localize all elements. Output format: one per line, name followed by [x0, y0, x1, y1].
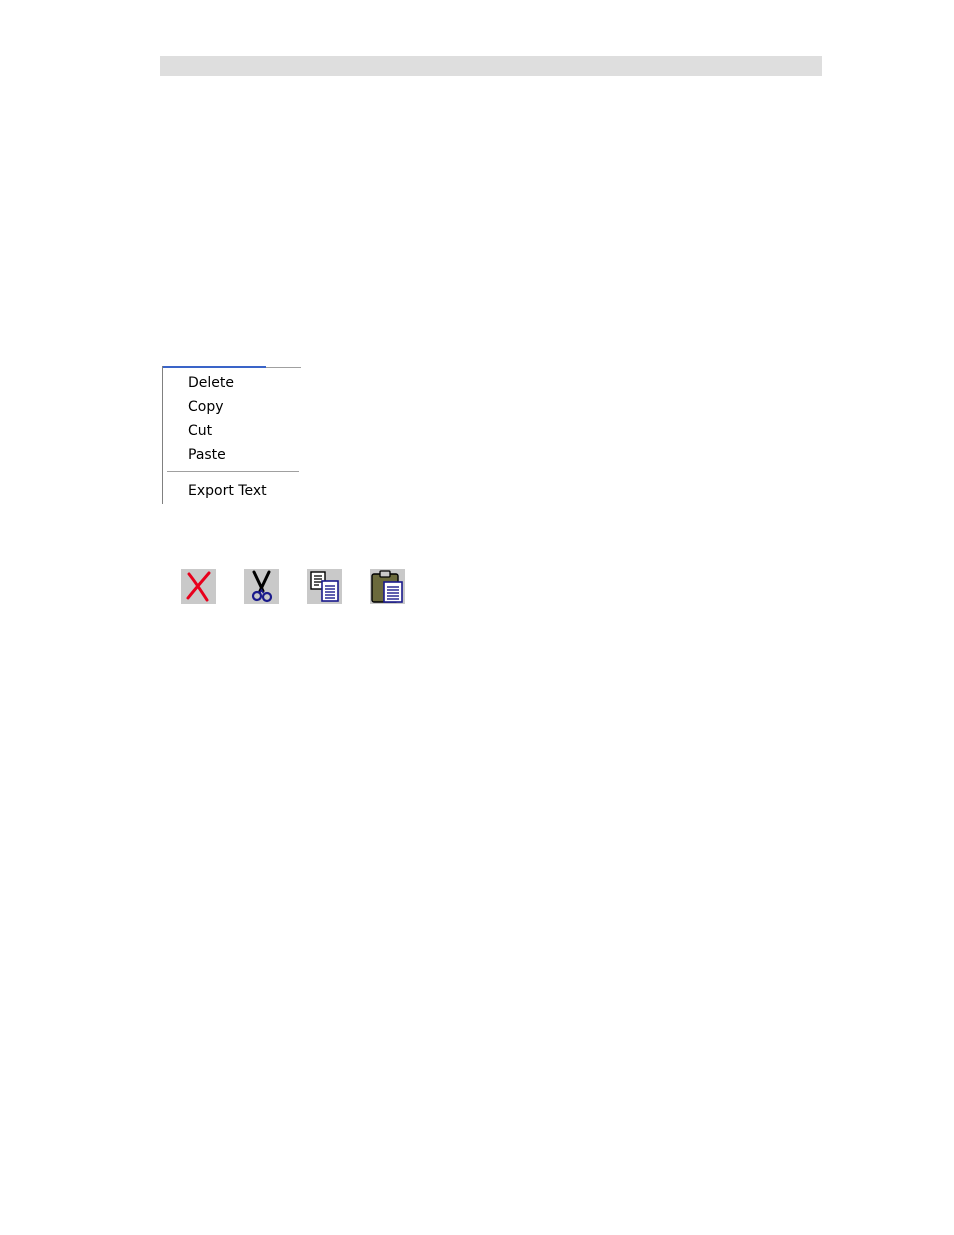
copy-button[interactable] [307, 569, 342, 604]
menu-item-export-text[interactable]: Export Text [188, 482, 267, 500]
menu-item-cut[interactable]: Cut [188, 422, 212, 440]
paste-button[interactable] [370, 569, 405, 604]
menu-top-border [266, 367, 301, 368]
menu-item-delete[interactable]: Delete [188, 374, 234, 392]
paste-icon [371, 570, 403, 603]
page-header-bar [160, 56, 822, 76]
delete-button[interactable] [181, 569, 216, 604]
cut-icon [251, 570, 273, 603]
context-menu: Delete Copy Cut Paste Export Text [162, 366, 301, 504]
menu-top-accent [162, 366, 266, 368]
copy-icon [310, 571, 339, 602]
menu-item-paste[interactable]: Paste [188, 446, 226, 464]
menu-left-border [162, 366, 163, 504]
cut-button[interactable] [244, 569, 279, 604]
menu-separator [167, 471, 299, 472]
menu-item-copy[interactable]: Copy [188, 398, 224, 416]
delete-icon [186, 571, 211, 602]
